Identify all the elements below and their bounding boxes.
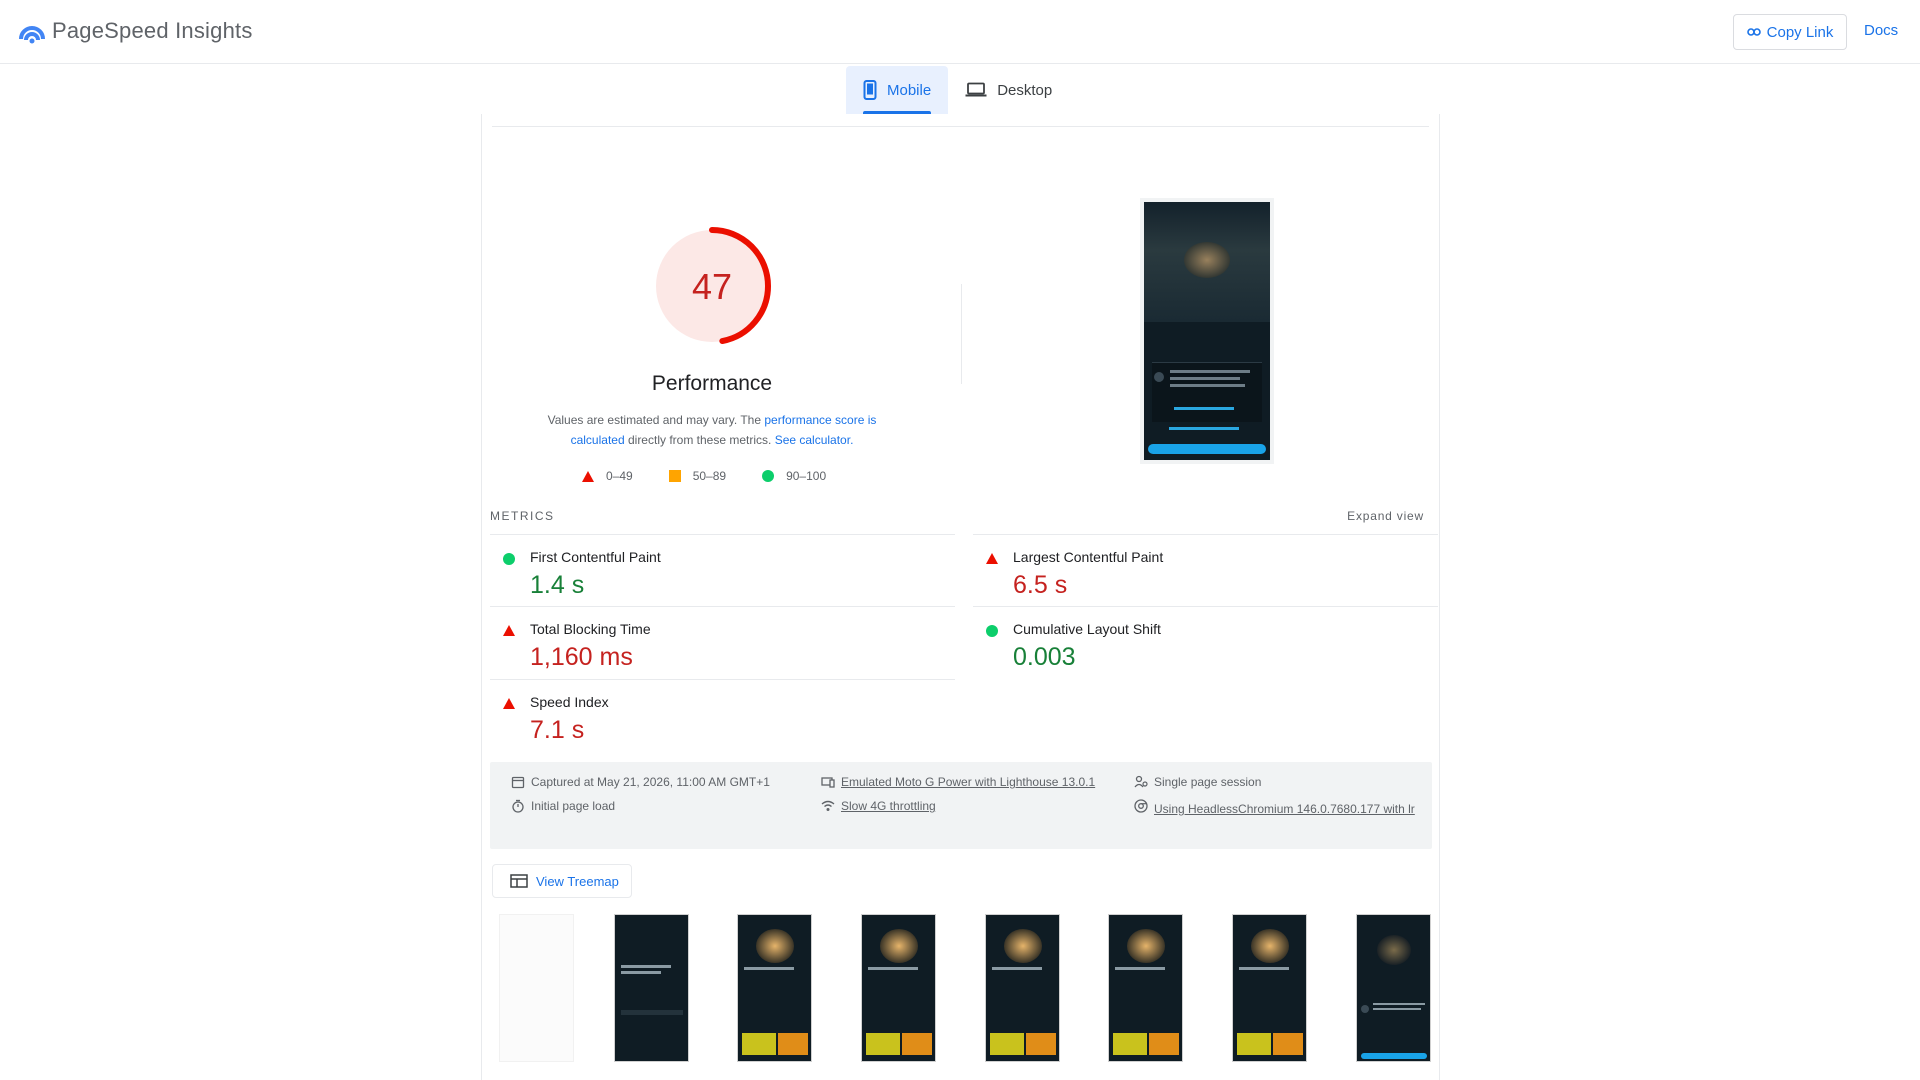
performance-title: Performance: [651, 372, 773, 395]
poor-triangle-icon: [986, 553, 998, 564]
copy-link-label: Copy Link: [1766, 23, 1834, 41]
tab-desktop[interactable]: Desktop: [948, 66, 1069, 114]
phone-icon: [863, 80, 877, 100]
metric-title: Speed Index: [530, 694, 609, 710]
pagespeed-logo-icon: [19, 26, 45, 44]
triangle-icon: [582, 470, 594, 482]
app-title: PageSpeed Insights: [52, 18, 253, 43]
score-legend: 0–49 50–89 90–100: [582, 469, 826, 483]
metric-cumulative-layout-shift: Cumulative Layout Shift 0.003: [973, 606, 1438, 678]
view-treemap-button[interactable]: View Treemap: [492, 864, 632, 898]
emulated-device-text: Emulated Moto G Power with Lighthouse 13…: [841, 775, 1096, 789]
legend-good: 90–100: [762, 469, 826, 483]
screenshot-image: [1144, 202, 1270, 460]
metric-value: 6.5 s: [1013, 571, 1068, 599]
desc-text-mid: directly from these metrics.: [624, 433, 775, 447]
chrome-icon: [1134, 799, 1148, 813]
calendar-icon: [511, 776, 525, 789]
emulated-device[interactable]: Emulated Moto G Power with Lighthouse 13…: [821, 774, 1095, 790]
metric-value: 7.1 s: [530, 716, 585, 744]
filmstrip-frame: [1356, 914, 1431, 1062]
expand-view-toggle[interactable]: Expand view: [1347, 509, 1424, 523]
timer-icon: [512, 799, 524, 813]
legend-average-label: 50–89: [692, 469, 727, 483]
single-page-session-text: Single page session: [1154, 775, 1262, 789]
poor-triangle-icon: [503, 625, 515, 636]
metric-total-blocking-time: Total Blocking Time 1,160 ms: [490, 606, 955, 678]
network-throttling-text: Slow 4G throttling: [841, 799, 936, 813]
metric-title: Cumulative Layout Shift: [1013, 621, 1161, 637]
metric-value: 1.4 s: [530, 571, 585, 599]
browser-version[interactable]: Using HeadlessChromium 146.0.7680.177 wi…: [1134, 798, 1419, 821]
see-calculator-link[interactable]: See calculator.: [775, 433, 854, 447]
filmstrip-frame: [1108, 914, 1183, 1062]
initial-page-load-text: Initial page load: [531, 799, 616, 813]
filmstrip-frame: [499, 914, 574, 1062]
wifi-icon: [821, 800, 835, 811]
poor-triangle-icon: [503, 698, 515, 709]
filmstrip-frame: [1232, 914, 1307, 1062]
final-screenshot[interactable]: [1140, 198, 1274, 464]
metric-first-contentful-paint: First Contentful Paint 1.4 s: [490, 534, 955, 606]
link-icon: [1746, 28, 1761, 36]
laptop-icon: [965, 82, 987, 97]
app-header: PageSpeed Insights Copy Link Docs: [0, 0, 1920, 64]
device-tabs: Mobile Desktop: [846, 66, 1069, 114]
good-circle-icon: [503, 553, 515, 565]
legend-poor: 0–49: [582, 469, 633, 483]
metric-value: 0.003: [1013, 643, 1076, 671]
initial-page-load: Initial page load: [511, 798, 615, 814]
view-treemap-label: View Treemap: [536, 873, 619, 889]
divider: [492, 126, 1429, 127]
vertical-divider: [961, 284, 962, 384]
tab-desktop-label: Desktop: [997, 81, 1053, 99]
treemap-icon: [510, 874, 528, 888]
filmstrip-frame: [614, 914, 689, 1062]
performance-score: 47: [691, 266, 733, 307]
network-throttling[interactable]: Slow 4G throttling: [821, 798, 936, 814]
legend-poor-label: 0–49: [606, 469, 633, 483]
filmstrip-frame: [861, 914, 936, 1062]
metrics-section-label: METRICS: [490, 509, 555, 523]
single-page-session: Single page session: [1134, 774, 1261, 790]
captured-at-text: Captured at May 21, 2026, 11:00 AM GMT+1: [531, 775, 770, 789]
filmstrip-frame: [737, 914, 812, 1062]
filmstrip-frame: [985, 914, 1060, 1062]
tab-mobile[interactable]: Mobile: [846, 66, 949, 114]
report-card: 47 Performance Values are estimated and …: [481, 114, 1440, 1080]
performance-description: Values are estimated and may vary. The p…: [527, 410, 897, 450]
circle-icon: [762, 470, 775, 482]
runtime-settings: Captured at May 21, 2026, 11:00 AM GMT+1…: [490, 762, 1432, 849]
captured-at: Captured at May 21, 2026, 11:00 AM GMT+1: [511, 774, 770, 790]
metric-largest-contentful-paint: Largest Contentful Paint 6.5 s: [973, 534, 1438, 606]
metric-title: Largest Contentful Paint: [1013, 549, 1164, 565]
legend-average: 50–89: [668, 469, 727, 483]
metric-title: Total Blocking Time: [530, 621, 651, 637]
person-icon: [1134, 775, 1148, 788]
device-icon: [821, 777, 835, 788]
good-circle-icon: [986, 625, 998, 637]
desc-text: Values are estimated and may vary. The: [547, 413, 765, 427]
metric-value: 1,160 ms: [530, 643, 633, 671]
square-icon: [668, 470, 681, 482]
browser-version-text: Using HeadlessChromium 146.0.7680.177 wi…: [1154, 802, 1415, 816]
tab-mobile-label: Mobile: [887, 81, 932, 99]
docs-link[interactable]: Docs: [1864, 22, 1898, 39]
legend-good-label: 90–100: [786, 469, 827, 483]
metric-title: First Contentful Paint: [530, 549, 661, 565]
metric-speed-index: Speed Index 7.1 s: [490, 679, 955, 751]
copy-link-button[interactable]: Copy Link: [1733, 14, 1847, 50]
